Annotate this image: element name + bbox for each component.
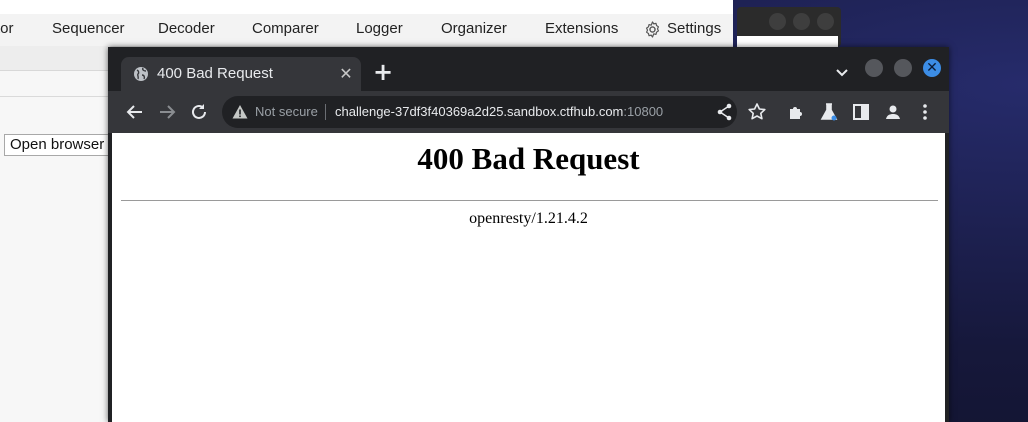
browser-toolbar: Not secure challenge-37df3f40369a2d25.sa… xyxy=(108,91,949,133)
burp-tab-organizer[interactable]: Organizer xyxy=(441,20,507,37)
close-icon[interactable]: ✕ xyxy=(335,63,357,85)
share-icon[interactable] xyxy=(714,101,736,123)
new-tab-button[interactable]: + xyxy=(371,60,395,85)
url-host: challenge-37df3f40369a2d25.sandbox.ctfhu… xyxy=(335,104,624,119)
burp-tab-sequencer[interactable]: Sequencer xyxy=(52,20,125,37)
burp-top-strip xyxy=(0,0,733,14)
address-bar[interactable]: Not secure challenge-37df3f40369a2d25.sa… xyxy=(222,96,737,128)
menu-kebab-icon[interactable] xyxy=(914,101,936,123)
reload-icon[interactable] xyxy=(188,101,210,123)
tab-title: 400 Bad Request xyxy=(157,65,273,82)
globe-icon xyxy=(133,66,149,82)
horizontal-rule xyxy=(121,200,938,201)
forward-arrow-icon[interactable] xyxy=(156,101,178,123)
extensions-puzzle-icon[interactable] xyxy=(786,101,808,123)
side-panel-icon[interactable] xyxy=(850,101,872,123)
window-control-icon[interactable] xyxy=(817,13,834,30)
maximize-button[interactable] xyxy=(894,59,912,77)
window-control-icon[interactable] xyxy=(769,13,786,30)
burp-tab-intruder[interactable]: tor xyxy=(0,20,14,37)
labs-flask-icon[interactable] xyxy=(818,101,840,123)
burp-tab-comparer[interactable]: Comparer xyxy=(252,20,319,37)
burp-tab-logger[interactable]: Logger xyxy=(356,20,403,37)
background-window xyxy=(737,7,841,47)
page-heading: 400 Bad Request xyxy=(417,141,640,176)
warning-icon[interactable] xyxy=(232,104,248,120)
back-arrow-icon[interactable] xyxy=(124,101,146,123)
url-text[interactable]: challenge-37df3f40369a2d25.sandbox.ctfhu… xyxy=(335,104,663,119)
page-content: 400 Bad Request openresty/1.21.4.2 xyxy=(112,133,945,422)
chevron-down-icon[interactable] xyxy=(832,63,852,83)
close-window-button[interactable]: ✕ xyxy=(923,59,941,77)
window-control-icon[interactable] xyxy=(793,13,810,30)
address-separator xyxy=(325,104,326,120)
burp-divider xyxy=(0,96,110,97)
bookmark-star-icon[interactable] xyxy=(746,101,768,123)
burp-subtab-strip xyxy=(0,46,110,71)
server-signature: openresty/1.21.4.2 xyxy=(469,210,588,227)
open-browser-button[interactable]: Open browser xyxy=(4,134,114,156)
burp-tab-decoder[interactable]: Decoder xyxy=(158,20,215,37)
url-port: :10800 xyxy=(623,104,664,119)
browser-window: 400 Bad Request ✕ + ✕ Not secure challen… xyxy=(108,47,949,422)
profile-avatar-icon[interactable] xyxy=(882,101,904,123)
minimize-button[interactable] xyxy=(865,59,883,77)
burp-tab-settings[interactable]: Settings xyxy=(667,20,721,37)
gear-icon[interactable] xyxy=(643,20,662,39)
security-status[interactable]: Not secure xyxy=(255,104,318,119)
browser-tab[interactable]: 400 Bad Request ✕ xyxy=(121,57,361,91)
burp-tab-extensions[interactable]: Extensions xyxy=(545,20,618,37)
background-window-content xyxy=(737,36,838,47)
